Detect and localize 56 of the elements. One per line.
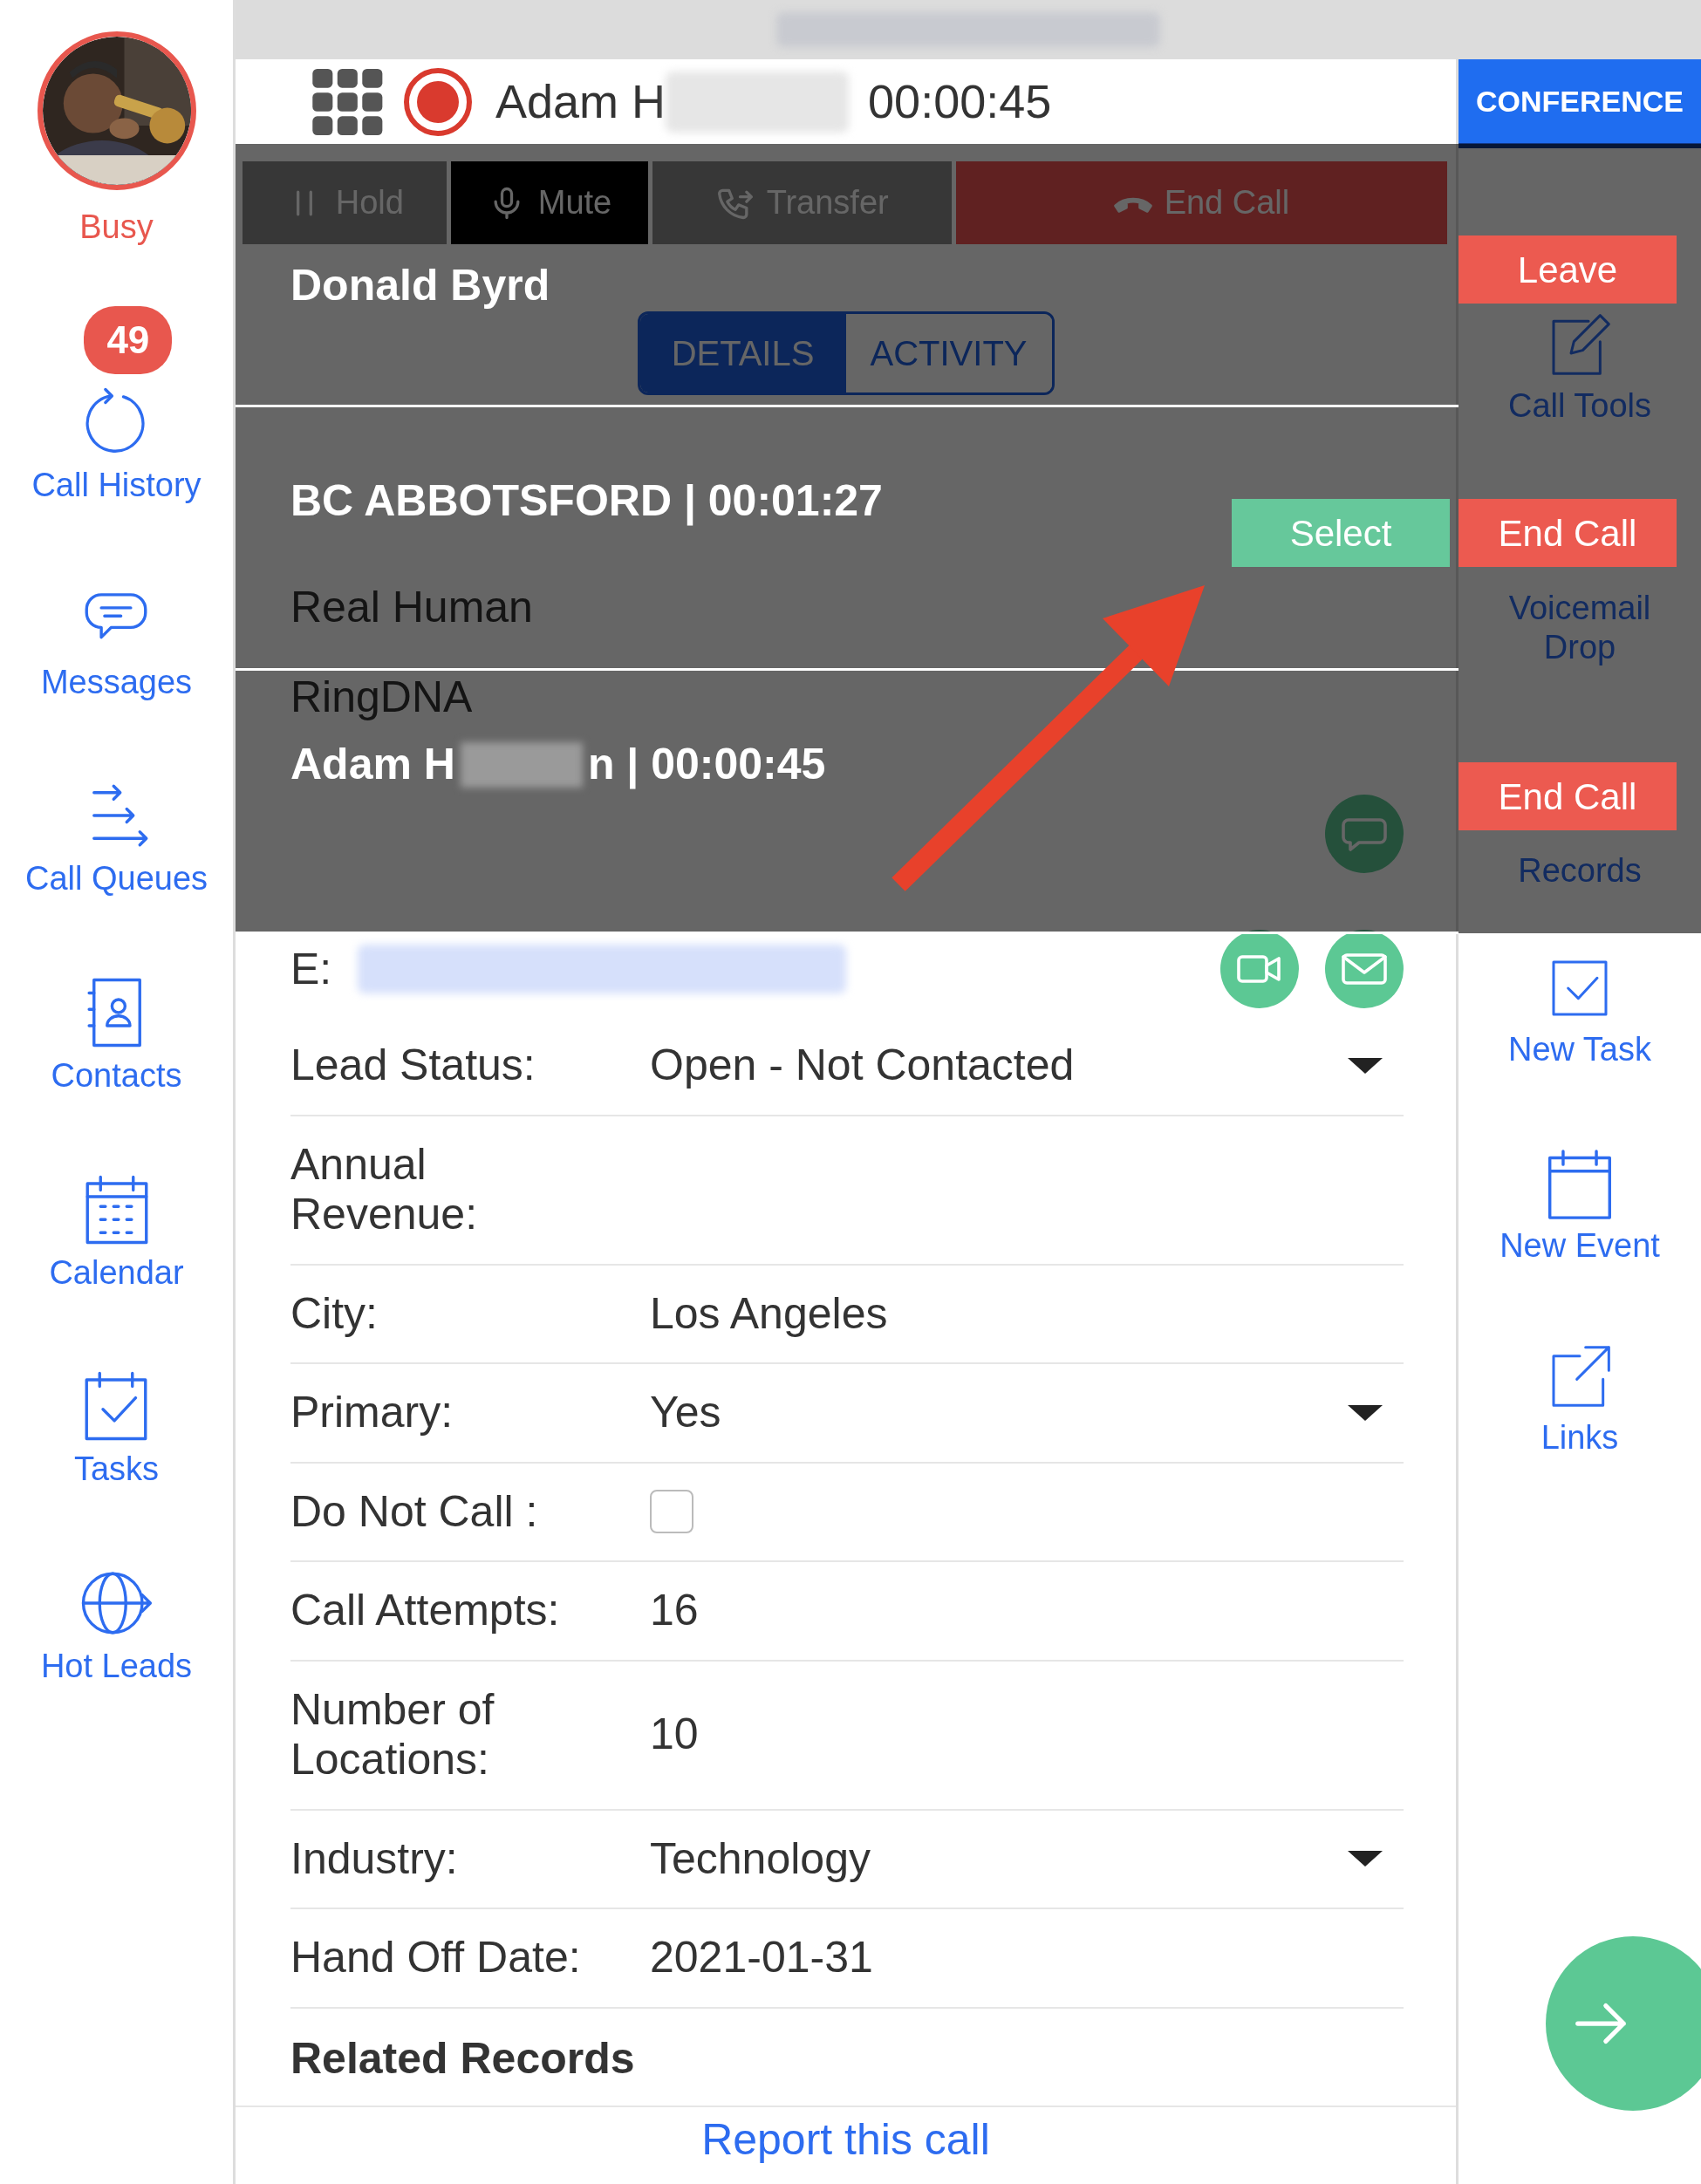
section-heading: Related Records — [290, 2032, 636, 2085]
tool-item[interactable]: New Event — [1499, 1149, 1660, 1266]
call-title: Adam H — [290, 739, 455, 790]
call-title: BC ABBOTSFORD | 00:01:27 — [290, 475, 883, 528]
leave-button[interactable]: Leave — [1458, 235, 1677, 304]
nav-item[interactable]: Call Queues — [24, 776, 208, 899]
call-timer: 00:00:45 — [868, 74, 1052, 129]
caret-icon — [1348, 1851, 1383, 1867]
field-label: Hand Off Date: — [290, 1933, 582, 1983]
nav-item[interactable]: Tasks — [73, 1367, 160, 1490]
nav-item[interactable]: Calendar — [49, 1170, 184, 1293]
field-value: 2021-01-31 — [650, 1933, 873, 1983]
call-title: n | 00:00:45 — [587, 739, 826, 791]
tab[interactable]: DETAILS — [639, 314, 846, 392]
dropdown-field[interactable]: Technology — [650, 1833, 1404, 1884]
call-control-button[interactable]: Mute — [450, 161, 649, 244]
field-label: Primary: — [290, 1388, 454, 1438]
tool-item[interactable]: Links — [1540, 1341, 1619, 1458]
field-label: Number of Locations: — [290, 1684, 495, 1785]
field-label: City: — [290, 1288, 379, 1339]
tool-item[interactable]: New Task — [1508, 953, 1651, 1070]
tool-item[interactable]: Voicemail Drop — [1501, 588, 1658, 668]
nav-item[interactable]: Call History — [31, 383, 202, 505]
nav-item[interactable]: Contacts — [51, 973, 182, 1095]
disposition-text: Real Human — [290, 582, 534, 633]
envelope-icon — [1342, 952, 1387, 986]
tool-item[interactable]: Call Tools — [1507, 310, 1651, 427]
dropdown-field[interactable]: Yes — [650, 1388, 1404, 1438]
count-badge: 49 — [84, 306, 173, 374]
caret-icon — [1348, 1057, 1383, 1074]
caller-name: Adam H — [495, 74, 666, 129]
field-value: 10 — [650, 1710, 699, 1760]
call-title: Donald Byrd — [290, 260, 550, 311]
field-value: Los Angeles — [650, 1288, 888, 1339]
email-label: E: — [290, 943, 332, 995]
end-button[interactable]: End Call — [1458, 762, 1677, 830]
report-link[interactable]: Report this call — [701, 2114, 990, 2164]
status-label: Busy — [79, 208, 154, 247]
speech-bubble-icon — [1342, 816, 1387, 851]
nav-item[interactable]: Hot Leads — [40, 1564, 193, 1686]
field-label: Do Not Call : — [290, 1486, 539, 1537]
dropdown-field[interactable]: Open - Not Contacted — [650, 1041, 1404, 1091]
caret-icon — [1348, 1404, 1383, 1421]
end-button[interactable]: End Call — [1458, 499, 1677, 567]
field-value: 16 — [650, 1586, 699, 1636]
record-icon — [403, 66, 473, 137]
tool-item[interactable]: Records — [1518, 850, 1642, 891]
source-text: RingDNA — [290, 672, 474, 723]
dialpad-icon[interactable] — [312, 68, 384, 135]
field-label: Industry: — [290, 1833, 459, 1884]
nav-item[interactable]: Messages — [40, 579, 193, 702]
conference-button[interactable]: CONFERENCE — [1458, 59, 1701, 148]
field-label: Annual Revenue: — [290, 1139, 479, 1240]
checkbox[interactable] — [650, 1490, 693, 1534]
field-label: Call Attempts: — [290, 1586, 561, 1636]
field-label: Lead Status: — [290, 1041, 536, 1091]
